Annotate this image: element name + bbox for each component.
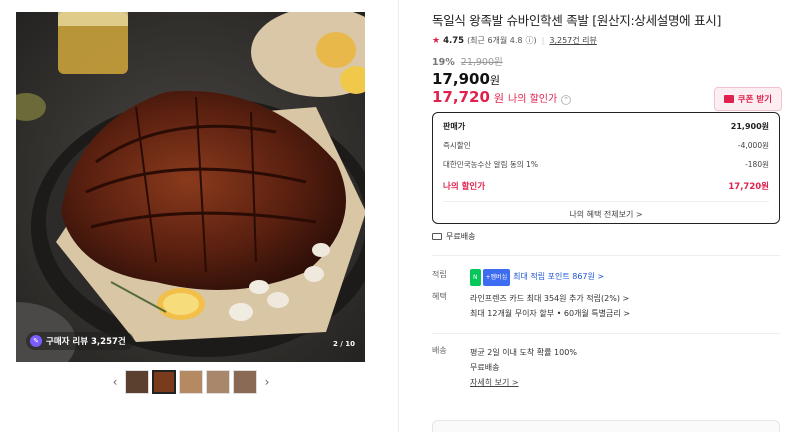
product-image-gallery: ✎ 구매자 리뷰 3,257건 2 / 10 [16, 12, 365, 362]
max-points-link[interactable]: 최대 적립 포인트 867원 > [513, 272, 604, 281]
original-price-row: 19% 21,900원 [432, 54, 782, 68]
delivery-fee: 무료배송 [470, 363, 500, 372]
free-shipping-label: 무료배송 [446, 232, 476, 241]
rating-row: ★ 4.75 (최근 6개월 4.8 ⓘ) | 3,257건 리뷰 [432, 35, 782, 46]
sale-price: 17,900원 [432, 70, 782, 88]
breakdown-row: 대한민국농수산 알림 동의 1% -180원 [443, 159, 769, 170]
thumbnail-4[interactable] [206, 370, 230, 394]
coupon-label: 쿠폰 받기 [737, 95, 772, 105]
column-divider [398, 0, 399, 432]
info-icon[interactable]: ⓘ) [526, 35, 537, 46]
product-info-panel: 독일식 왕족발 슈바인학센 족발 [원산지:상세설명에 표시] ★ 4.75 (… [432, 10, 782, 432]
image-counter: 2 / 10 [332, 340, 355, 348]
chevron-up-icon[interactable]: ⌃ [561, 95, 572, 105]
breakdown-label: 대한민국농수산 알림 동의 1% [443, 160, 538, 169]
product-title: 독일식 왕족발 슈바인학센 족발 [원산지:상세설명에 표시] [432, 13, 722, 28]
membership-icon: +멤버십 [482, 269, 511, 286]
price-breakdown-box: 판매가 21,900원 즉시할인 -4,000원 대한민국농수산 알림 동의 1… [432, 112, 780, 224]
option-select-box[interactable] [432, 420, 780, 432]
breakdown-divider [443, 201, 769, 202]
truck-icon [432, 233, 442, 240]
breakdown-row: 판매가 21,900원 [443, 121, 769, 132]
delivery-eta: 평균 2일 이내 도착 확률 100% [470, 348, 577, 357]
all-benefits-link[interactable]: 나의 혜택 전체보기 > [433, 209, 779, 220]
points-row: 적립 N +멤버십 최대 적립 포인트 867원 > [432, 269, 604, 286]
section-divider [432, 333, 780, 334]
breakdown-value: 21,900원 [730, 122, 769, 131]
delivery-details-link[interactable]: 자세히 보기 > [470, 375, 577, 390]
main-product-image[interactable]: ✎ 구매자 리뷰 3,257건 2 / 10 [16, 12, 365, 362]
delivery-key: 배송 [432, 346, 447, 355]
thumbnail-1[interactable] [125, 370, 149, 394]
free-shipping-badge: 무료배송 [432, 231, 475, 242]
delivery-row: 배송 평균 2일 이내 도착 확률 100% 무료배송 자세히 보기 > [432, 345, 577, 390]
section-divider [432, 255, 780, 256]
rating-score: 4.75 [443, 35, 465, 46]
coupon-icon [723, 95, 734, 103]
my-price-value: 17,720 [432, 88, 490, 106]
breakdown-sale-row: 나의 할인가 17,720원 [443, 180, 769, 192]
card-benefit-link[interactable]: 라인프렌즈 카드 최대 354원 추가 적립(2%) > [470, 291, 630, 306]
breakdown-label: 즉시할인 [443, 141, 471, 150]
original-price: 21,900원 [460, 57, 503, 68]
breakdown-value: -180원 [745, 160, 769, 169]
npay-icon: N [470, 269, 481, 286]
coupon-button[interactable]: 쿠폰 받기 [713, 87, 782, 111]
my-price-unit: 원 [493, 92, 505, 105]
sale-price-value: 17,900 [432, 70, 490, 88]
rating-separator: | [541, 36, 545, 45]
my-price-label: 나의 할인가 [508, 94, 558, 105]
breakdown-sale-label: 나의 할인가 [443, 182, 486, 192]
breakdown-row: 즉시할인 -4,000원 [443, 140, 769, 151]
thumbnail-3[interactable] [179, 370, 203, 394]
breakdown-sale-value: 17,720원 [728, 182, 769, 192]
review-icon: ✎ [30, 335, 42, 347]
breakdown-value: -4,000원 [737, 141, 769, 150]
thumbnail-2[interactable] [152, 370, 176, 394]
benefits-value: 라인프렌즈 카드 최대 354원 추가 적립(2%) > 최대 12개월 무이자… [470, 291, 630, 321]
discount-percent: 19% [432, 57, 455, 68]
star-icon: ★ [432, 35, 441, 46]
installment-benefit-link[interactable]: 최대 12개월 무이자 할부 • 60개월 특별금리 > [470, 306, 630, 321]
thumb-next-arrow-icon[interactable]: › [260, 375, 274, 389]
thumbnail-strip: ‹ › [108, 370, 274, 394]
sale-price-unit: 원 [489, 74, 501, 87]
buyer-review-badge[interactable]: ✎ 구매자 리뷰 3,257건 [26, 332, 134, 350]
delivery-value: 평균 2일 이내 도착 확률 100% 무료배송 자세히 보기 > [470, 345, 577, 390]
review-count-link[interactable]: 3,257건 리뷰 [549, 35, 597, 46]
breakdown-label: 판매가 [443, 122, 466, 131]
points-key: 적립 [432, 270, 447, 279]
pork-knuckle-photo [16, 12, 365, 362]
thumbnail-5[interactable] [233, 370, 257, 394]
buyer-review-label: 구매자 리뷰 3,257건 [46, 337, 126, 347]
thumb-prev-arrow-icon[interactable]: ‹ [108, 375, 122, 389]
benefits-row: 혜택 라인프렌즈 카드 최대 354원 추가 적립(2%) > 최대 12개월 … [432, 291, 630, 321]
benefits-key: 혜택 [432, 292, 447, 301]
rating-recent: (최근 6개월 4.8 [467, 36, 523, 45]
points-value: N +멤버십 최대 적립 포인트 867원 > [470, 269, 604, 286]
